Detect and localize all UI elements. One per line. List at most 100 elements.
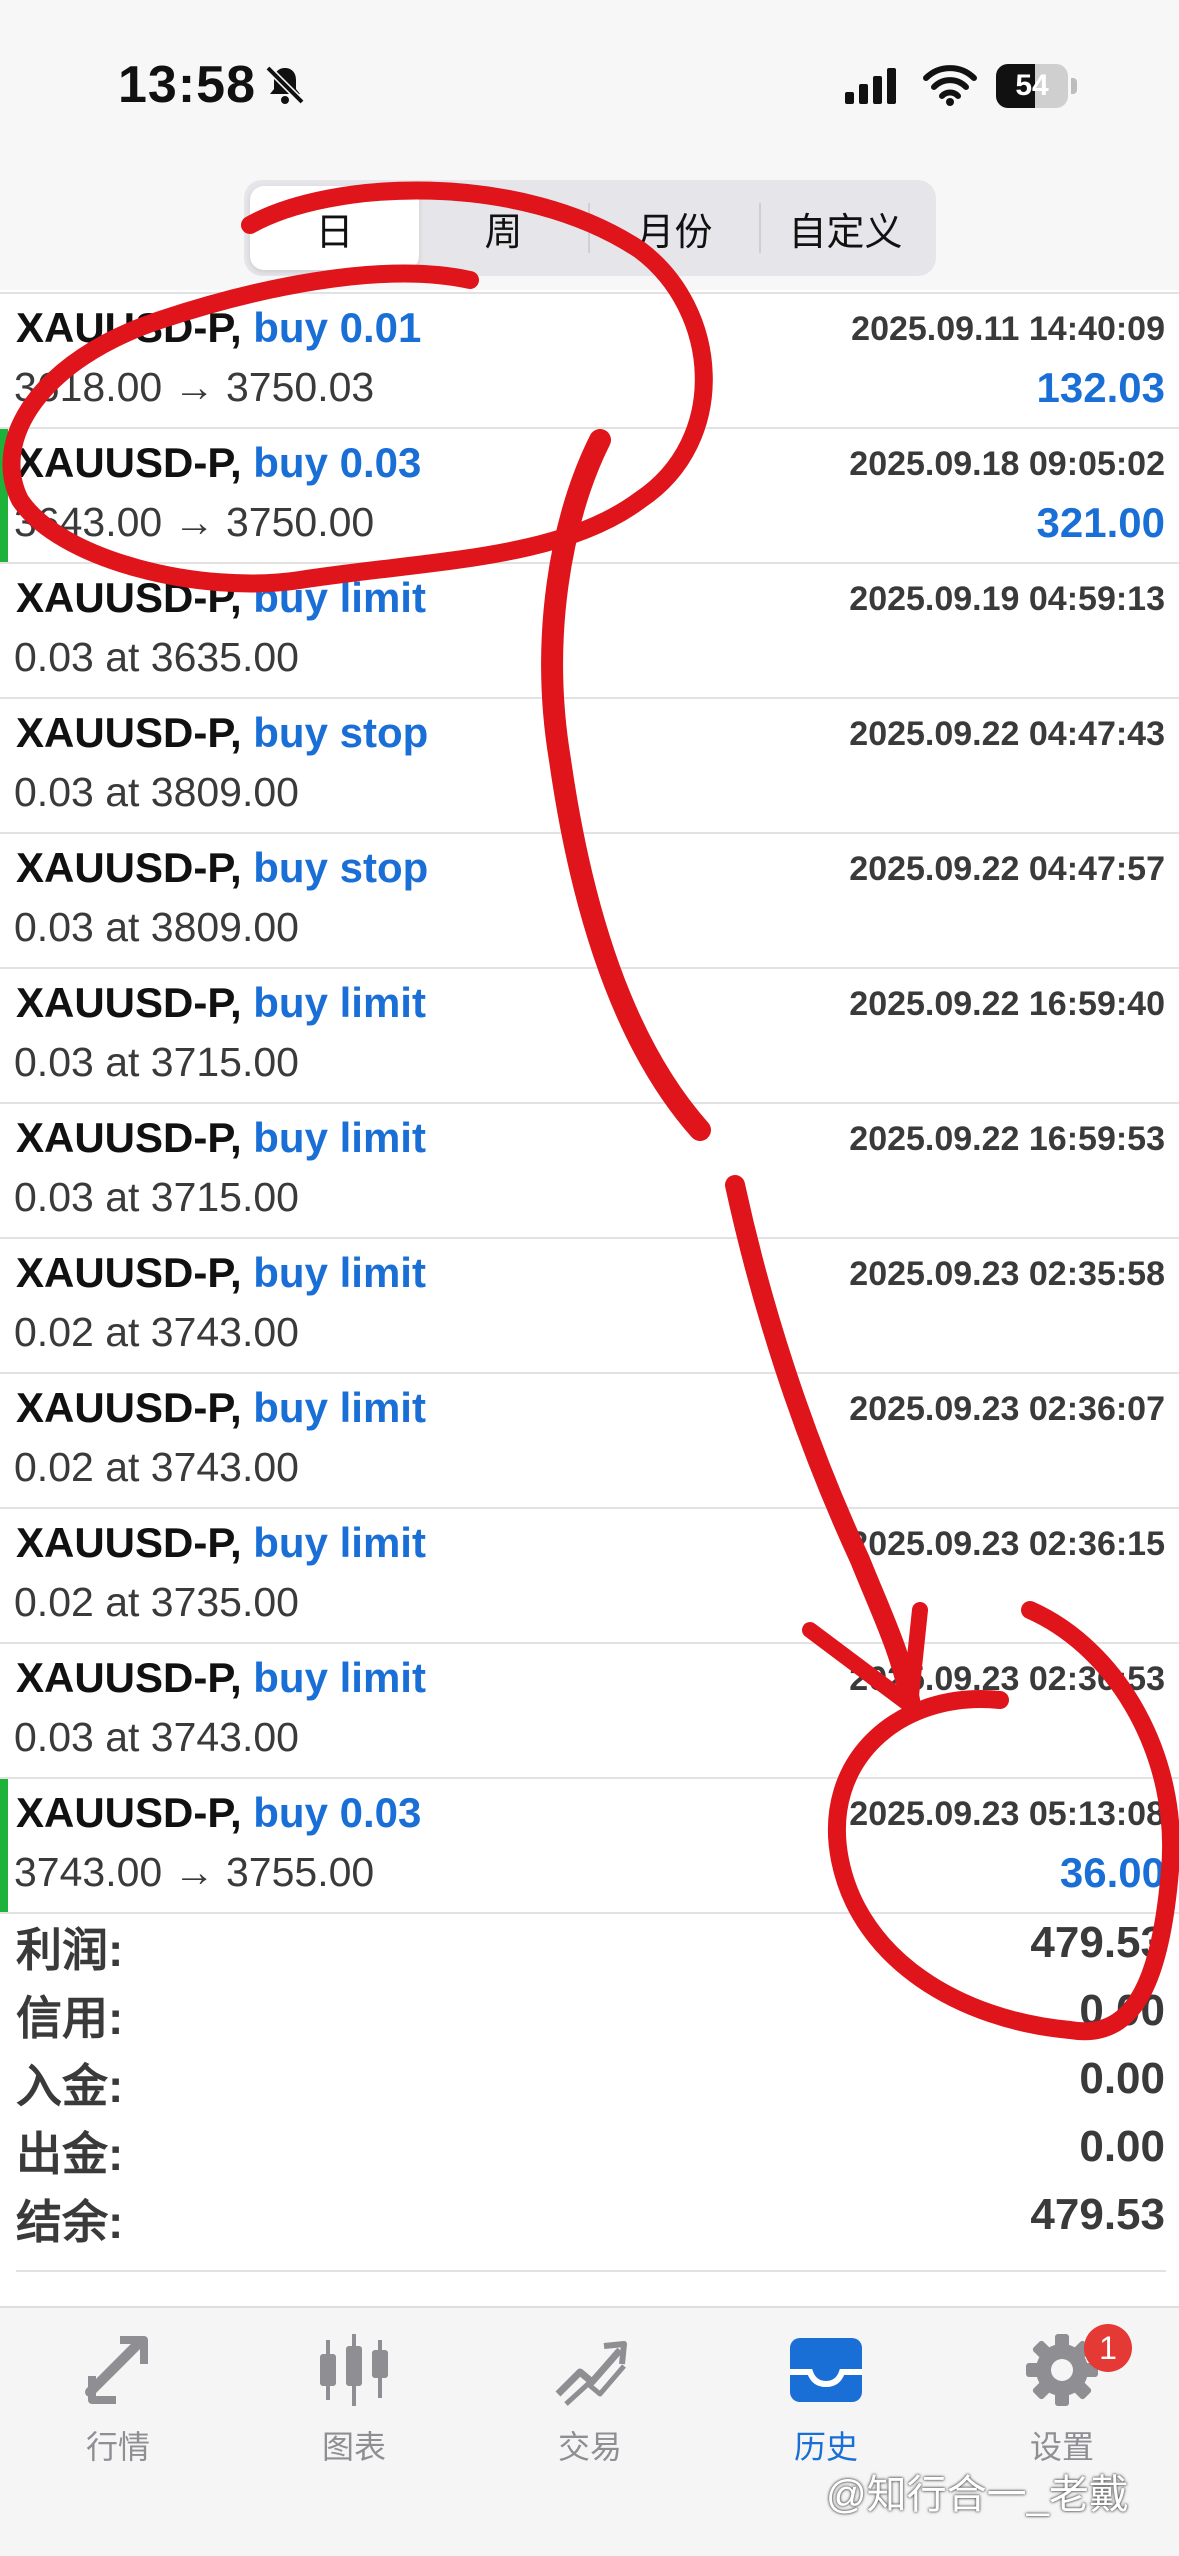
order-type: buy limit — [253, 1114, 426, 1161]
order-symbol: XAUUSD-P, buy limit — [16, 1519, 426, 1567]
order-type: buy stop — [253, 709, 429, 756]
tab-quotes[interactable]: 行情 — [0, 2328, 236, 2488]
tab-custom[interactable]: 自定义 — [761, 186, 930, 270]
order-time: 2025.09.23 02:36:15 — [849, 1525, 1165, 1563]
order-symbol-text: XAUUSD-P, — [16, 439, 242, 486]
order-type: buy 0.01 — [253, 304, 422, 351]
order-symbol: XAUUSD-P, buy stop — [16, 709, 428, 757]
order-detail: 0.03 at 3715.00 — [14, 1174, 299, 1220]
summary-label: 结余: — [16, 2196, 124, 2248]
order-row[interactable]: XAUUSD-P, buy stop 2025.09.22 04:47:57 0.0… — [0, 834, 1179, 969]
summary-row: 入金: 0.00 — [0, 2050, 1179, 2116]
order-time: 2025.09.22 04:47:57 — [849, 850, 1165, 888]
summary-value: 479.53 — [1030, 2190, 1165, 2239]
watermark-text: @知行合一_老戴 — [826, 2473, 1129, 2517]
arrows-icon — [85, 2336, 148, 2404]
tab-week[interactable]: 周 — [419, 186, 588, 270]
summary-label: 入金: — [16, 2060, 124, 2112]
order-type: buy limit — [253, 1654, 426, 1701]
summary-label: 信用: — [16, 1992, 124, 2044]
order-time: 2025.09.11 14:40:09 — [851, 310, 1165, 348]
order-row[interactable]: XAUUSD-P, buy 0.03 2025.09.23 05:13:08 374… — [0, 1779, 1179, 1914]
battery-icon: 54 — [996, 64, 1068, 108]
order-detail: 0.02 at 3735.00 — [14, 1579, 299, 1625]
order-row[interactable]: XAUUSD-P, buy limit 2025.09.23 02:36:53 0.… — [0, 1644, 1179, 1779]
account-summary: 利润: 479.53 信用: 0.00 入金: 0.00 出金: 0.00 结余: 479.53 — [0, 1914, 1179, 2274]
order-time: 2025.09.22 16:59:53 — [849, 1120, 1165, 1158]
tab-chart[interactable]: 图表 — [236, 2328, 472, 2488]
summary-value: 479.53 — [1030, 1918, 1165, 1967]
order-type: buy limit — [253, 574, 426, 621]
period-bar: 日 周 月份 自定义 — [0, 170, 1179, 290]
tab-chart-label: 图表 — [321, 2429, 386, 2465]
order-type: buy stop — [253, 844, 429, 891]
order-type: buy 0.03 — [253, 439, 422, 486]
order-detail: 3643.00 → 3750.00 — [14, 499, 375, 545]
app-root: 13:58 54 日 周 月份 自定义 XAUUSD-P, buy 0.01 2… — [0, 0, 1179, 2556]
order-detail: 3743.00 → 3755.00 — [14, 1849, 375, 1895]
summary-label: 出金: — [16, 2128, 124, 2180]
order-detail: 0.02 at 3743.00 — [14, 1444, 299, 1490]
order-row[interactable]: XAUUSD-P, buy limit 2025.09.19 04:59:13 0.… — [0, 564, 1179, 699]
summary-value: 0.00 — [1079, 2054, 1165, 2103]
wifi-icon — [923, 65, 977, 106]
order-symbol: XAUUSD-P, buy limit — [16, 574, 426, 622]
order-row[interactable]: XAUUSD-P, buy stop 2025.09.22 04:47:43 0.0… — [0, 699, 1179, 834]
summary-value: 0.00 — [1079, 1986, 1165, 2035]
order-row[interactable]: XAUUSD-P, buy 0.01 2025.09.11 14:40:09 361… — [0, 294, 1179, 429]
order-profit: 132.03 — [1036, 364, 1165, 411]
order-symbol: XAUUSD-P, buy limit — [16, 1114, 426, 1162]
order-symbol-text: XAUUSD-P, — [16, 1519, 242, 1566]
order-symbol-text: XAUUSD-P, — [16, 1654, 242, 1701]
order-time: 2025.09.22 16:59:40 — [849, 985, 1165, 1023]
order-row[interactable]: XAUUSD-P, buy limit 2025.09.23 02:36:15 0.… — [0, 1509, 1179, 1644]
order-symbol: XAUUSD-P, buy 0.03 — [16, 1789, 421, 1837]
order-type: buy limit — [253, 979, 426, 1026]
summary-divider — [16, 2270, 1166, 2272]
order-symbol-text: XAUUSD-P, — [16, 1249, 242, 1296]
order-time: 2025.09.23 02:35:58 — [849, 1255, 1165, 1293]
order-time: 2025.09.22 04:47:43 — [849, 715, 1165, 753]
order-symbol: XAUUSD-P, buy 0.03 — [16, 439, 421, 487]
summary-row: 出金: 0.00 — [0, 2118, 1179, 2184]
tab-quotes-label: 行情 — [85, 2429, 150, 2465]
order-detail: 0.03 at 3715.00 — [14, 1039, 299, 1085]
order-row[interactable]: XAUUSD-P, buy limit 2025.09.23 02:36:07 0.… — [0, 1374, 1179, 1509]
order-type: buy limit — [253, 1249, 426, 1296]
battery-tip — [1071, 78, 1077, 94]
order-symbol: XAUUSD-P, buy limit — [16, 979, 426, 1027]
order-time: 2025.09.23 02:36:07 — [849, 1390, 1165, 1428]
order-symbol-text: XAUUSD-P, — [16, 304, 242, 351]
tab-month[interactable]: 月份 — [590, 186, 759, 270]
order-row[interactable]: XAUUSD-P, buy limit 2025.09.22 16:59:53 0.… — [0, 1104, 1179, 1239]
order-symbol: XAUUSD-P, buy 0.01 — [16, 304, 421, 352]
order-symbol-text: XAUUSD-P, — [16, 1384, 242, 1431]
order-symbol: XAUUSD-P, buy stop — [16, 844, 428, 892]
order-row[interactable]: XAUUSD-P, buy 0.03 2025.09.18 09:05:02 364… — [0, 429, 1179, 564]
tab-trade[interactable]: 交易 — [472, 2328, 708, 2488]
summary-row: 信用: 0.00 — [0, 1982, 1179, 2048]
order-row[interactable]: XAUUSD-P, buy limit 2025.09.23 02:35:58 0.… — [0, 1239, 1179, 1374]
order-symbol-text: XAUUSD-P, — [16, 574, 242, 621]
summary-value: 0.00 — [1079, 2122, 1165, 2171]
inbox-icon — [790, 2338, 862, 2402]
order-row[interactable]: XAUUSD-P, buy limit 2025.09.22 16:59:40 0.… — [0, 969, 1179, 1104]
order-symbol-text: XAUUSD-P, — [16, 1789, 242, 1836]
tab-trade-label: 交易 — [557, 2429, 622, 2465]
order-time: 2025.09.23 02:36:53 — [849, 1660, 1165, 1698]
order-symbol: XAUUSD-P, buy limit — [16, 1249, 426, 1297]
trend-icon — [555, 2341, 627, 2406]
order-time: 2025.09.19 04:59:13 — [849, 580, 1165, 618]
candlestick-icon — [320, 2334, 388, 2406]
order-detail: 0.03 at 3809.00 — [14, 904, 299, 950]
order-profit: 36.00 — [1059, 1849, 1165, 1896]
order-profit: 321.00 — [1036, 499, 1165, 546]
order-detail: 3618.00 → 3750.03 — [14, 364, 375, 410]
bell-slash-icon — [265, 65, 305, 105]
order-symbol: XAUUSD-P, buy limit — [16, 1384, 426, 1432]
order-type: buy 0.03 — [253, 1789, 422, 1836]
tab-day[interactable]: 日 — [250, 186, 419, 270]
status-time: 13:58 — [118, 56, 256, 114]
order-open-indicator — [0, 1779, 8, 1912]
status-bar: 13:58 54 — [0, 0, 1179, 170]
